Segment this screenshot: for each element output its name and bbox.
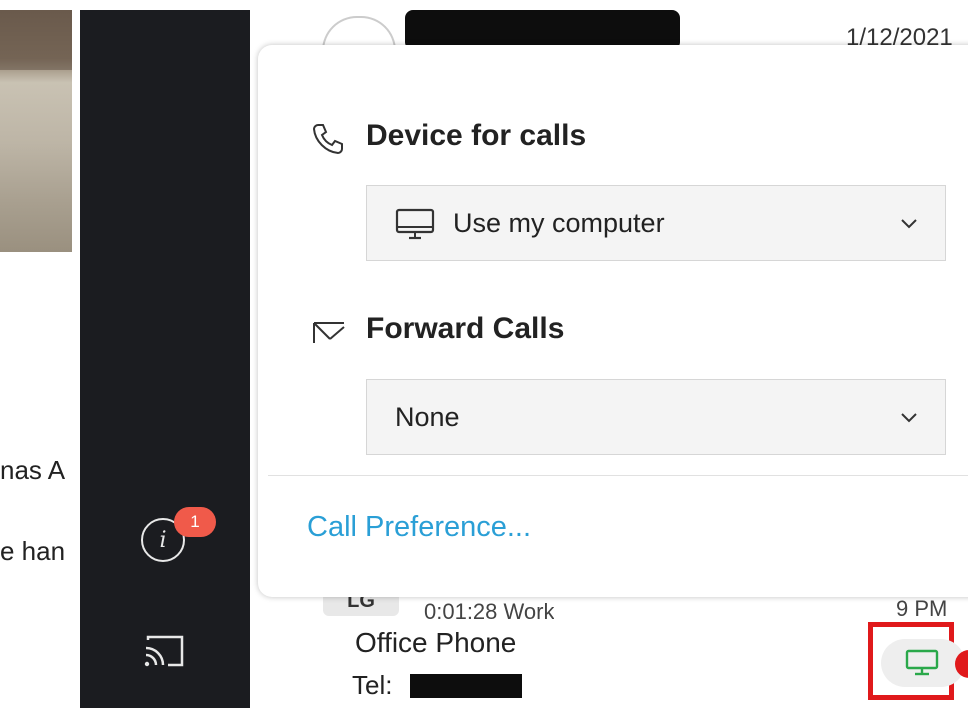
cast-icon	[144, 635, 184, 667]
notification-badge: 1	[174, 507, 216, 537]
phone-icon	[312, 124, 343, 155]
call-duration: 0:01:28 Work	[424, 599, 555, 619]
call-time: 9 PM	[896, 596, 948, 616]
device-for-calls-value: Use my computer	[453, 208, 665, 238]
chevron-down-icon	[901, 219, 917, 229]
call-preference-link[interactable]: Call Preference...	[307, 511, 531, 544]
redacted-phone-number	[410, 674, 522, 698]
computer-icon	[395, 208, 435, 240]
left-rail	[80, 10, 250, 708]
contact-photo	[0, 10, 72, 252]
device-button-highlight[interactable]	[868, 622, 965, 700]
device-for-calls-title: Device for calls	[366, 119, 587, 152]
info-icon: i	[159, 527, 167, 553]
forward-arrow-icon	[313, 322, 345, 343]
monitor-icon	[905, 649, 939, 676]
cast-button[interactable]	[142, 632, 188, 670]
chevron-down-icon	[901, 413, 917, 423]
call-settings-popup: Device for calls Use my computer Forward…	[258, 45, 968, 597]
divider	[268, 475, 968, 476]
device-button[interactable]	[881, 639, 965, 687]
contact-name-fragment: nas A	[0, 455, 66, 485]
forward-calls-title: Forward Calls	[366, 312, 565, 345]
forward-calls-value: None	[395, 402, 460, 432]
line-label: Office Phone	[355, 627, 517, 658]
forward-calls-dropdown[interactable]: None	[366, 379, 946, 455]
tel-label: Tel:	[352, 670, 393, 700]
device-for-calls-dropdown[interactable]: Use my computer	[366, 185, 946, 261]
message-fragment: e han	[0, 536, 66, 566]
redacted-contact-name	[405, 10, 680, 50]
